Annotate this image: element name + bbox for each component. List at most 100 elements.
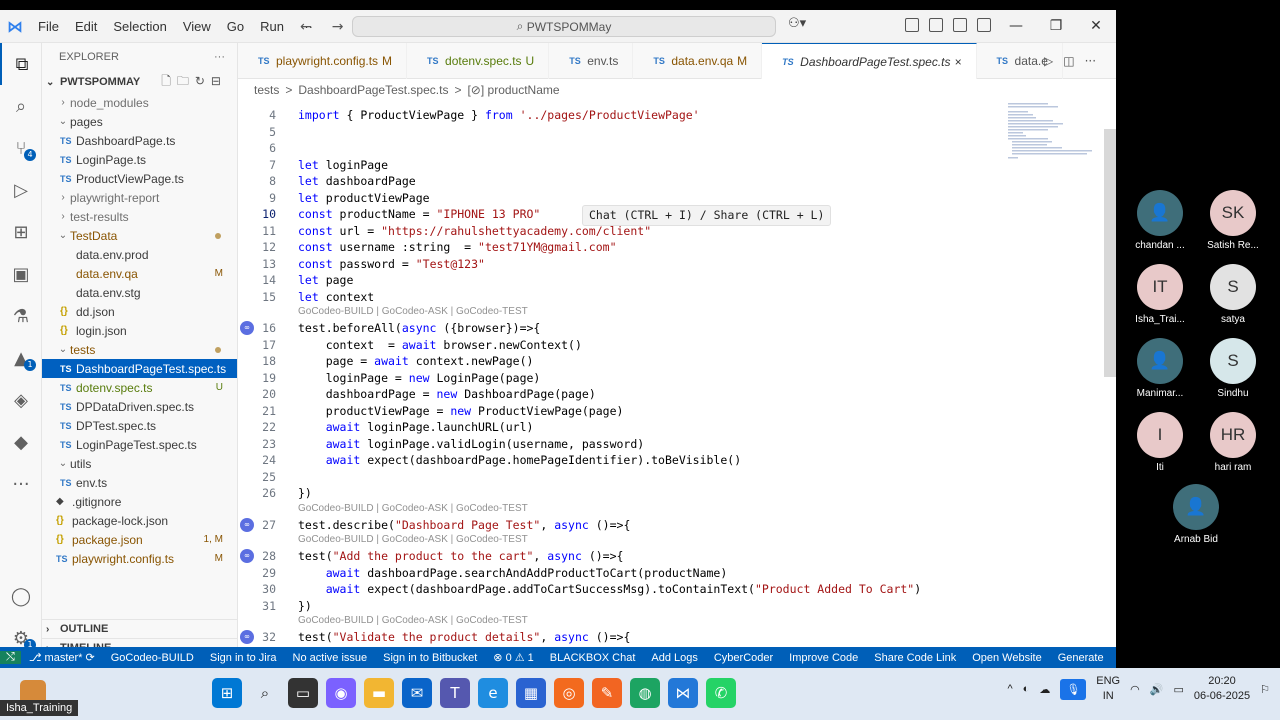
source-control-icon[interactable]: ⑂ 4 (0, 127, 42, 169)
tree-item[interactable]: TS LoginPage.ts (42, 150, 237, 169)
tree-item[interactable]: TS ProductViewPage.ts (42, 169, 237, 188)
status-item[interactable]: BLACKBOX Chat (542, 652, 644, 664)
tree-item[interactable]: › test-results (42, 207, 237, 226)
remote-explorer-icon[interactable]: ▣ (0, 253, 42, 295)
menu-item-view[interactable]: View (175, 10, 219, 43)
menu-item-run[interactable]: Run (252, 10, 292, 43)
tab-env-ts[interactable]: TS env.ts (549, 43, 634, 79)
status-item[interactable]: Sign in to Bitbucket (375, 652, 485, 664)
codelens-actions[interactable]: GoCodeo-BUILD | GoCodeo-ASK | GoCodeo-TE… (298, 615, 528, 628)
tree-item[interactable]: {} dd.json (42, 302, 237, 321)
code-editor[interactable]: 4 import { ProductViewPage } from '../pag… (238, 101, 1116, 657)
forward-arrow-icon[interactable]: → (332, 19, 344, 35)
edge-icon[interactable]: e (478, 678, 508, 708)
firefox-icon[interactable]: ◎ (554, 678, 584, 708)
onedrive-icon[interactable]: ☁ (1039, 683, 1050, 696)
tree-item[interactable]: ⌄ utils (42, 454, 237, 473)
participant-tile[interactable]: SK Satish Re... (1188, 190, 1278, 251)
python-icon[interactable]: ◈ (0, 379, 42, 421)
tab-data-env-qa[interactable]: TS data.env.qa M (633, 43, 763, 79)
tab-close-icon[interactable]: × (955, 55, 962, 69)
language-indicator[interactable]: ENG IN (1096, 674, 1120, 704)
notifications-icon[interactable]: ⚐ (1260, 683, 1270, 696)
status-item[interactable]: Share Code Link (866, 652, 964, 664)
outline-section[interactable]: › OUTLINE (42, 619, 238, 638)
close-icon[interactable]: ✕ (1076, 10, 1116, 43)
tree-item[interactable]: ⌄ pages (42, 112, 237, 131)
outlook-icon[interactable]: ✉ (402, 678, 432, 708)
tree-item[interactable]: TS env.ts (42, 473, 237, 492)
toggle-sidebar-icon[interactable] (929, 18, 943, 32)
tab-dashboardpagetest-spec-ts[interactable]: TS DashboardPageTest.spec.ts × (762, 43, 977, 79)
tree-item[interactable]: data.env.qa M (42, 264, 237, 283)
tree-item[interactable]: TS DPTest.spec.ts (42, 416, 237, 435)
tree-item[interactable]: ⌄ TestData (42, 226, 237, 245)
task-view-icon[interactable]: ▭ (288, 678, 318, 708)
brush-app-icon[interactable]: ✎ (592, 678, 622, 708)
tree-item[interactable]: › node_modules (42, 93, 237, 112)
testing-icon[interactable]: ⚗ (0, 295, 42, 337)
breadcrumb-item[interactable]: DashboardPageTest.spec.ts (298, 83, 448, 97)
status-item[interactable]: ⊗ 0 ⚠ 1 (485, 651, 541, 664)
participant-tile[interactable]: Ssatya (1188, 264, 1278, 325)
tree-item[interactable]: ◆ .gitignore (42, 492, 237, 511)
start-icon[interactable]: ⊞ (212, 678, 242, 708)
run-debug-icon[interactable]: ▷ (0, 169, 42, 211)
workspace-root[interactable]: ⌄ PWTSPOMMAY 🗋🗀↻⊟ (42, 71, 237, 93)
store-icon[interactable]: ▦ (516, 678, 546, 708)
whatsapp-icon[interactable]: ✆ (706, 678, 736, 708)
wifi-icon[interactable]: ◠ (1130, 683, 1140, 696)
participant-tile[interactable]: S Sindhu (1188, 338, 1278, 399)
explorer-tools[interactable]: 🗋🗀↻⊟ (161, 72, 227, 93)
tree-item[interactable]: TS DashboardPage.ts (42, 131, 237, 150)
minimap[interactable] (1006, 101, 1106, 171)
tree-item[interactable]: › playwright-report (42, 188, 237, 207)
tab-playwright-config-ts[interactable]: TS playwright.config.ts M (238, 43, 408, 79)
copilot-app-icon[interactable]: ◉ (326, 678, 356, 708)
menu-item-edit[interactable]: Edit (67, 10, 105, 43)
microphone-icon[interactable]: 🎙 (1060, 678, 1087, 700)
status-item[interactable]: CyberCoder (706, 652, 781, 664)
clock[interactable]: 20:20 06-06-2025 (1194, 674, 1250, 704)
toggle-panel-icon[interactable] (953, 18, 967, 32)
file-explorer-icon[interactable]: ▬ (364, 678, 394, 708)
gocodeo-icon[interactable]: ▲ 1 (0, 337, 42, 379)
volume-icon[interactable]: 🔊 (1150, 683, 1164, 696)
tree-item[interactable]: {} login.json (42, 321, 237, 340)
status-item[interactable]: Improve Code (781, 652, 866, 664)
account-icon[interactable]: ◯ (0, 575, 42, 617)
breadcrumb-item[interactable]: [⊘] productName (467, 83, 559, 97)
chrome-icon[interactable]: ◍ (630, 678, 660, 708)
layout-icon[interactable] (905, 18, 919, 32)
tray-app-icon[interactable]: ◐ (1023, 683, 1030, 695)
status-item[interactable]: No active issue (285, 652, 376, 664)
status-item[interactable]: GoCodeo-BUILD (103, 652, 202, 664)
search-icon[interactable]: ⌕ (0, 85, 42, 127)
breadcrumb-item[interactable]: tests (254, 83, 279, 97)
copilot-icon[interactable]: ⚇▾ (788, 16, 806, 31)
toggle-secondary-sidebar-icon[interactable] (977, 18, 991, 32)
tree-item[interactable]: TS dotenv.spec.ts U (42, 378, 237, 397)
minimize-icon[interactable]: — (996, 10, 1036, 43)
search-icon[interactable]: ⌕ (250, 678, 280, 708)
status-item[interactable]: Generate (1050, 652, 1112, 664)
tree-item[interactable]: TS DPDataDriven.spec.ts (42, 397, 237, 416)
status-item[interactable]: Add Logs (643, 652, 705, 664)
extensions-icon[interactable]: ⊞ (0, 211, 42, 253)
tray-chevron-icon[interactable]: ^ (1007, 683, 1012, 695)
menu-item-go[interactable]: Go (219, 10, 252, 43)
tree-item[interactable]: TS LoginPageTest.spec.ts (42, 435, 237, 454)
split-editor-icon[interactable]: ◫ (1063, 54, 1074, 68)
menu-item-selection[interactable]: Selection (105, 10, 174, 43)
participant-tile[interactable]: 👤 Arnab Bid (1151, 484, 1241, 545)
more-views-icon[interactable]: ··· (0, 463, 42, 505)
tree-item[interactable]: TS playwright.config.ts M (42, 549, 237, 568)
tree-item[interactable]: data.env.stg (42, 283, 237, 302)
vscode-taskbar-icon[interactable]: ⋈ (668, 678, 698, 708)
status-item[interactable]: Sign in to Jira (202, 652, 285, 664)
explorer-icon[interactable]: ⧉ (0, 43, 42, 85)
remote-indicator-icon[interactable]: ⤭ (0, 651, 21, 664)
participant-tile[interactable]: HR hari ram (1188, 412, 1278, 473)
status-item[interactable]: ⎇ master* ⟳ (21, 651, 103, 664)
maximize-icon[interactable]: ❐ (1036, 10, 1076, 43)
